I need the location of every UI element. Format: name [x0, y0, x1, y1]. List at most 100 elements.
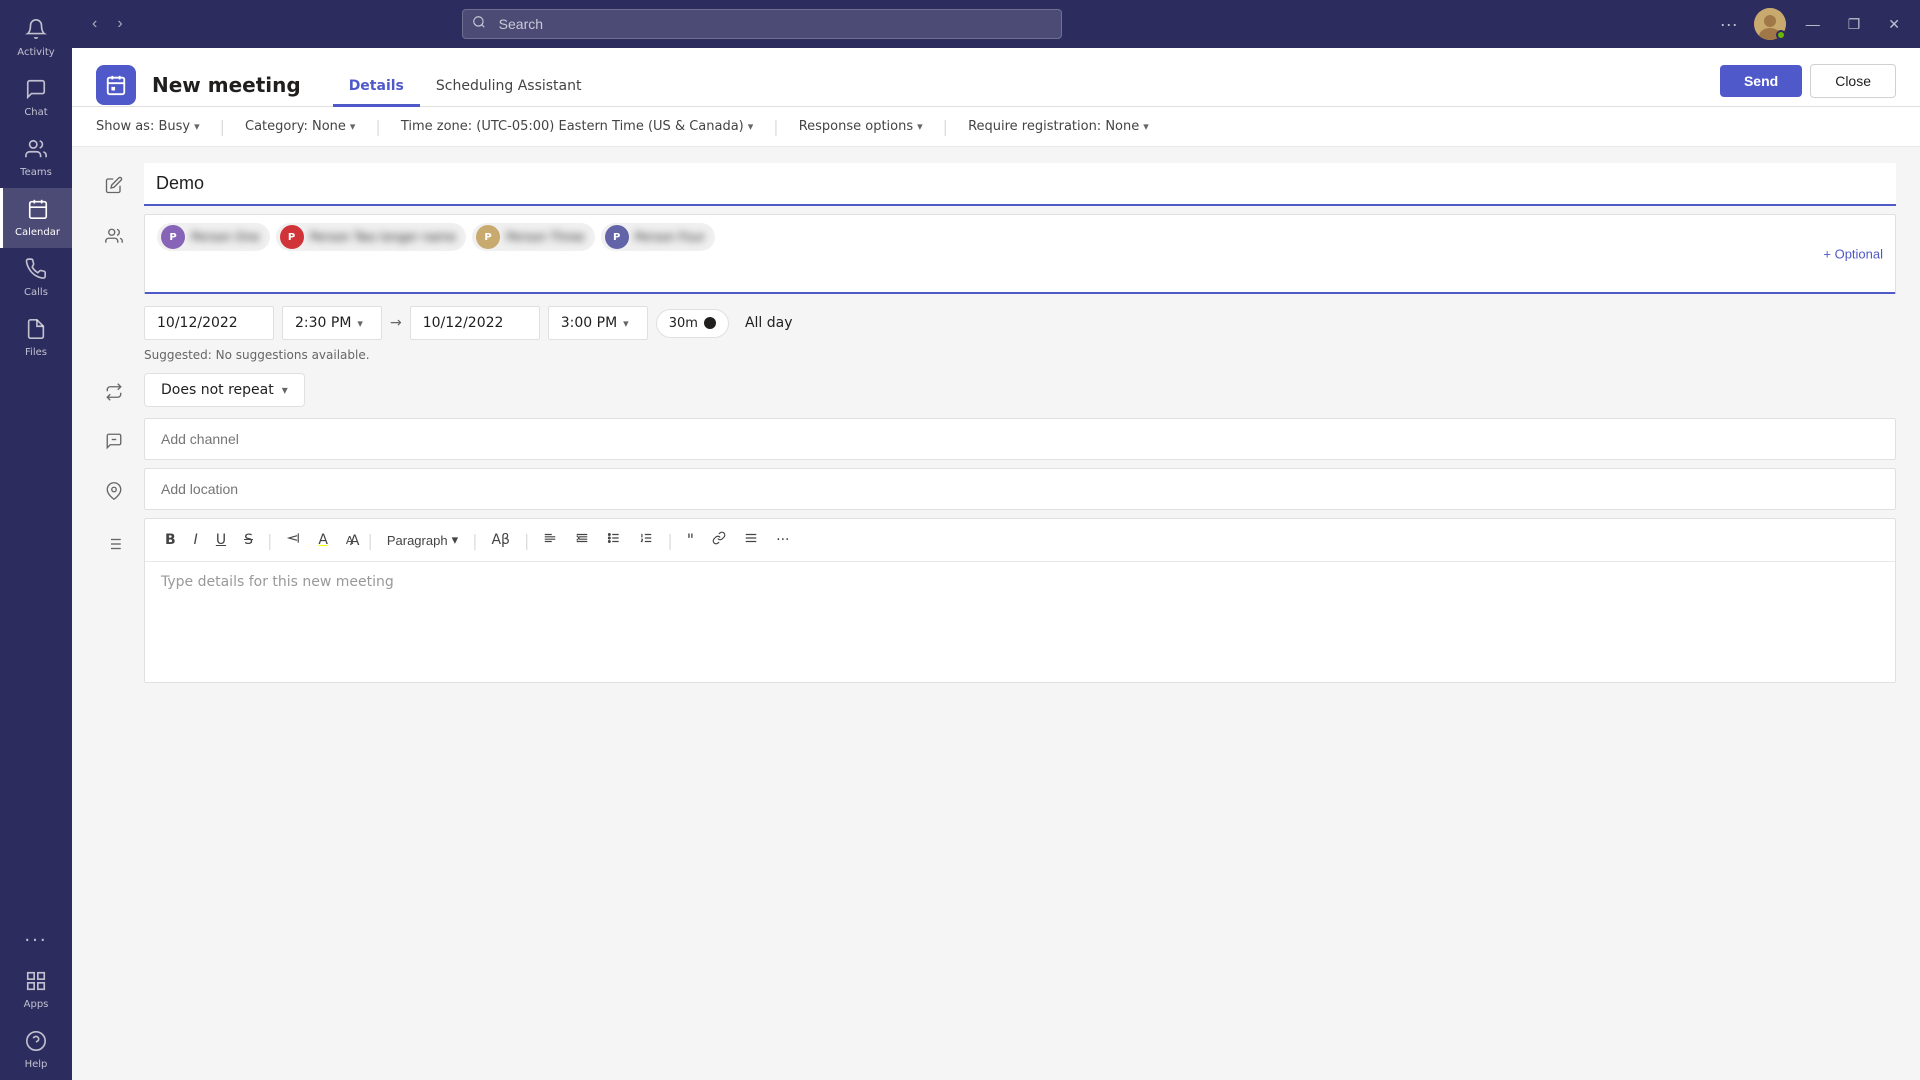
timezone-chevron: ▾ [748, 120, 754, 133]
title-field [144, 163, 1896, 206]
response-option[interactable]: Response options ▾ [799, 119, 923, 134]
apps-icon [25, 970, 47, 995]
title-row [96, 163, 1896, 206]
repeat-row: Does not repeat ▾ [96, 370, 1896, 410]
titlebar-right: ··· — ❐ ✕ [1716, 8, 1908, 40]
start-date-input[interactable]: 10/12/2022 [144, 306, 274, 340]
registration-chevron: ▾ [1143, 120, 1149, 133]
editor-container: B I U S | A AA | [144, 518, 1896, 683]
search-input[interactable] [462, 9, 1062, 39]
toolbar-bold-button[interactable]: B [157, 528, 184, 552]
sidebar-item-teams[interactable]: Teams [0, 128, 72, 188]
toolbar-strikethrough-button[interactable]: S [236, 528, 261, 552]
toolbar-underline-button[interactable]: U [208, 528, 234, 552]
start-time-chevron: ▾ [357, 317, 363, 330]
divider-3: | [773, 117, 778, 136]
editor-toolbar: B I U S | A AA | [145, 519, 1895, 562]
attendee-name-2: Person Two longer name [310, 230, 457, 244]
category-option[interactable]: Category: None ▾ [245, 119, 355, 134]
location-input[interactable] [144, 468, 1896, 510]
toolbar-paragraph-button[interactable]: Paragraph ▾ [379, 528, 466, 552]
duration-badge[interactable]: 30m [656, 309, 729, 338]
meeting-tabs: Details Scheduling Assistant [333, 67, 598, 106]
header-actions: Send Close [1720, 64, 1896, 106]
repeat-select[interactable]: Does not repeat ▾ [144, 373, 305, 407]
toolbar-format-button[interactable]: Aβ [483, 528, 518, 552]
suggestion-text: Suggested: No suggestions available. [144, 348, 370, 362]
attendee-chip-4: P Person Four [601, 223, 716, 251]
toolbar-quote-button[interactable]: " [679, 528, 702, 552]
editor-icon [96, 526, 132, 562]
paragraph-label: Paragraph [387, 533, 448, 548]
attendees-icon [96, 218, 132, 254]
sidebar-item-chat[interactable]: Chat [0, 68, 72, 128]
optional-button[interactable]: + Optional [1823, 246, 1883, 261]
calendar-icon [27, 198, 49, 223]
toolbar-highlight-button[interactable]: A [310, 528, 336, 552]
close-window-button[interactable]: ✕ [1880, 12, 1908, 37]
show-as-option[interactable]: Show as: Busy ▾ [96, 119, 200, 134]
calls-icon [25, 258, 47, 283]
send-button[interactable]: Send [1720, 65, 1802, 97]
channel-input[interactable] [144, 418, 1896, 460]
duration-dot [704, 317, 716, 329]
sidebar-item-apps[interactable]: Apps [0, 960, 72, 1020]
sidebar: Activity Chat Teams [0, 0, 72, 1080]
toolbar-decrease-indent-button[interactable] [278, 527, 308, 553]
sidebar-item-activity[interactable]: Activity [0, 8, 72, 68]
allday-label: All day [745, 315, 793, 331]
titlebar: ‹ › ··· — [72, 0, 1920, 48]
start-time-select[interactable]: 2:30 PM ▾ [282, 306, 382, 340]
sidebar-item-calls[interactable]: Calls [0, 248, 72, 308]
options-bar: Show as: Busy ▾ | Category: None ▾ | Tim… [72, 107, 1920, 147]
datetime-controls: 10/12/2022 2:30 PM ▾ → 10/12/2022 3:00 P… [144, 306, 793, 340]
attendee-avatar-1: P [161, 225, 185, 249]
back-button[interactable]: ‹ [84, 11, 105, 37]
channel-icon [96, 423, 132, 459]
sidebar-item-label-files: Files [25, 347, 47, 358]
attendees-box[interactable]: P Person One P Person Two longer name P … [144, 214, 1896, 294]
attendees-row: P Person One P Person Two longer name P … [96, 214, 1896, 294]
divider-2: | [375, 117, 380, 136]
more-icon: ··· [24, 932, 47, 950]
sidebar-item-calendar[interactable]: Calendar [0, 188, 72, 248]
attendee-name-3: Person Three [506, 230, 585, 244]
divider-4: | [943, 117, 948, 136]
toolbar-italic-button[interactable]: I [186, 528, 206, 552]
meeting-title-input[interactable] [144, 163, 1896, 206]
location-icon [96, 473, 132, 509]
toolbar-numbered-button[interactable] [631, 527, 661, 553]
registration-option[interactable]: Require registration: None ▾ [968, 119, 1149, 134]
close-form-button[interactable]: Close [1810, 64, 1896, 98]
end-date-input[interactable]: 10/12/2022 [410, 306, 540, 340]
registration-label: Require registration: None [968, 119, 1139, 134]
toolbar-outdent-button[interactable] [567, 527, 597, 553]
toolbar-text-align-button[interactable] [736, 527, 766, 553]
sidebar-item-help[interactable]: Help [0, 1020, 72, 1080]
toolbar-bullets-button[interactable] [599, 527, 629, 553]
sidebar-item-files[interactable]: Files [0, 308, 72, 368]
sidebar-item-more[interactable]: ··· [0, 922, 72, 960]
toolbar-align-left-button[interactable] [535, 527, 565, 553]
toolbar-divider-5: | [667, 531, 672, 550]
titlebar-more-button[interactable]: ··· [1716, 10, 1742, 39]
sidebar-item-label-chat: Chat [24, 107, 47, 118]
forward-button[interactable]: › [109, 11, 130, 37]
tab-details[interactable]: Details [333, 68, 420, 107]
sidebar-item-label-calls: Calls [24, 287, 48, 298]
datetime-arrow: → [390, 315, 402, 331]
datetime-row-wrap: 10/12/2022 2:30 PM ▾ → 10/12/2022 3:00 P… [96, 306, 1896, 362]
end-time-select[interactable]: 3:00 PM ▾ [548, 306, 648, 340]
toolbar-fontsize-button[interactable]: AA [338, 530, 362, 551]
nav-buttons: ‹ › [84, 11, 131, 37]
toolbar-link-button[interactable] [704, 527, 734, 553]
minimize-button[interactable]: — [1798, 12, 1828, 36]
divider-1: | [220, 117, 225, 136]
toolbar-more-button[interactable]: ··· [768, 528, 797, 552]
user-avatar-wrap[interactable] [1754, 8, 1786, 40]
timezone-option[interactable]: Time zone: (UTC-05:00) Eastern Time (US … [401, 119, 753, 134]
maximize-button[interactable]: ❐ [1840, 12, 1869, 37]
search-icon [472, 15, 486, 33]
editor-body[interactable]: Type details for this new meeting [145, 562, 1895, 682]
tab-scheduling[interactable]: Scheduling Assistant [420, 68, 598, 107]
